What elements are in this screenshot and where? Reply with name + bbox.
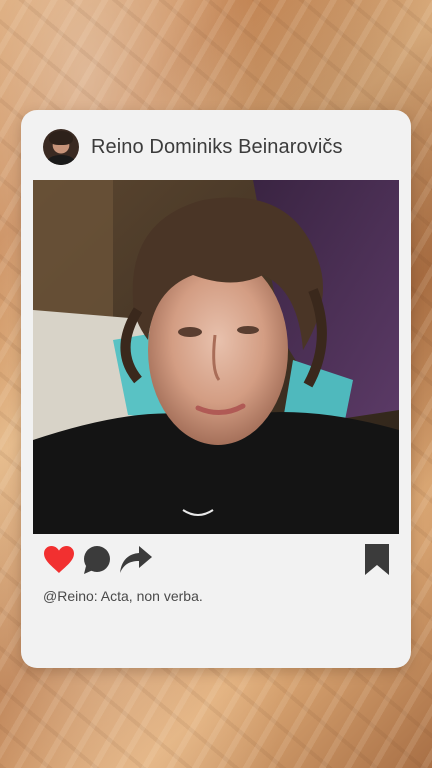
username[interactable]: Reino Dominiks Beinarovičs: [91, 136, 343, 159]
post-card: Reino Dominiks Beinarovičs @Reino: Acta,…: [21, 110, 411, 668]
heart-icon[interactable]: [43, 544, 75, 576]
share-arrow-icon[interactable]: [119, 544, 152, 576]
post-actions: [43, 544, 389, 578]
post-header: Reino Dominiks Beinarovičs: [43, 129, 343, 165]
bookmark-icon[interactable]: [365, 544, 389, 576]
comment-bubble-icon[interactable]: [81, 544, 113, 576]
post-photo[interactable]: [33, 180, 399, 534]
avatar[interactable]: [43, 129, 79, 165]
post-caption: @Reino: Acta, non verba.: [43, 588, 203, 604]
